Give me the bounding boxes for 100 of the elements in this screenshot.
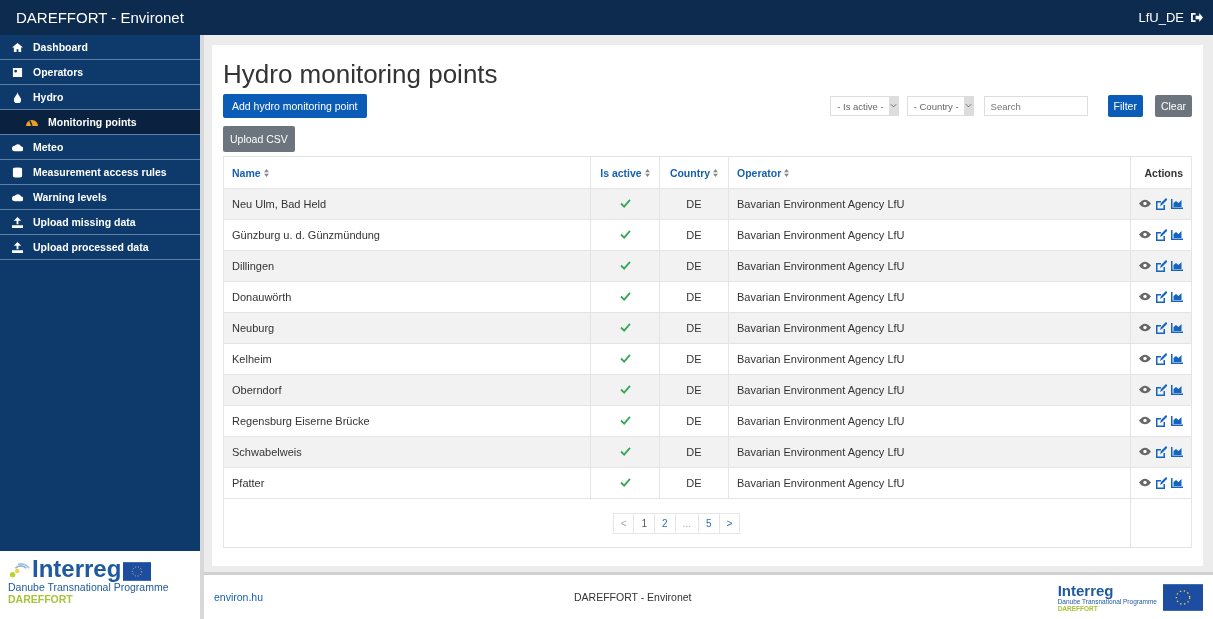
edit-icon[interactable] (1155, 414, 1167, 427)
name-cell: Kelheim (232, 353, 272, 365)
sidebar-item[interactable]: Warning levels (0, 185, 200, 210)
country-cell: DE (686, 446, 702, 458)
home-icon (12, 41, 23, 53)
sort-icon (713, 168, 719, 177)
operator-cell: Bavarian Environment Agency LfU (737, 260, 905, 272)
footer-link[interactable]: environ.hu (214, 591, 574, 603)
page-title: Hydro monitoring points (223, 59, 499, 90)
operator-cell: Bavarian Environment Agency LfU (737, 322, 905, 334)
chart-icon[interactable] (1171, 384, 1183, 395)
add-button[interactable]: Add hydro monitoring point (223, 94, 367, 118)
sidebar-item[interactable]: Operators (0, 60, 200, 85)
sidebar-item[interactable]: Measurement access rules (0, 160, 200, 185)
column-header[interactable]: Name (232, 166, 269, 179)
logout-icon[interactable] (1190, 12, 1203, 23)
eye-icon[interactable] (1139, 292, 1151, 302)
operator-cell: Bavarian Environment Agency LfU (737, 415, 905, 427)
sidebar-item[interactable]: Monitoring points (0, 110, 200, 135)
eye-icon[interactable] (1139, 416, 1151, 426)
operator-cell: Bavarian Environment Agency LfU (737, 229, 905, 241)
chart-icon[interactable] (1171, 415, 1183, 426)
chart-icon[interactable] (1171, 198, 1183, 209)
edit-icon[interactable] (1155, 476, 1167, 489)
chart-icon[interactable] (1171, 291, 1183, 302)
name-cell: Regensburg Eiserne Brücke (232, 415, 370, 427)
eye-icon[interactable] (1139, 447, 1151, 457)
eu-flag-icon (1163, 583, 1203, 611)
sidebar-item[interactable]: Upload processed data (0, 235, 200, 260)
name-cell: Schwabelweis (232, 446, 302, 458)
page-link[interactable]: > (718, 512, 741, 534)
edit-icon[interactable] (1155, 228, 1167, 241)
operator-cell: Bavarian Environment Agency LfU (737, 477, 905, 489)
page-link[interactable]: 2 (654, 512, 676, 534)
chart-icon[interactable] (1171, 446, 1183, 457)
edit-icon[interactable] (1155, 445, 1167, 458)
chart-icon[interactable] (1171, 477, 1183, 488)
operator-cell: Bavarian Environment Agency LfU (737, 291, 905, 303)
country-cell: DE (686, 260, 702, 272)
page-link[interactable]: 1 (633, 512, 656, 534)
page-link[interactable]: 5 (697, 512, 720, 534)
operator-cell: Bavarian Environment Agency LfU (737, 446, 905, 458)
name-cell: Pfatter (232, 477, 265, 489)
sidebar-item[interactable]: Upload missing data (0, 210, 200, 235)
eye-icon[interactable] (1139, 354, 1151, 364)
eye-icon[interactable] (1139, 261, 1151, 271)
eu-flag-icon (123, 562, 152, 581)
cloud-icon (12, 141, 23, 153)
clear-button[interactable]: Clear (1154, 95, 1192, 117)
upload-icon (12, 241, 23, 253)
filter-button[interactable]: Filter (1107, 95, 1143, 117)
chevron-icon (963, 97, 973, 115)
logo-name: Interreg (1057, 582, 1115, 598)
database-icon (12, 166, 23, 178)
sidebar-item[interactable]: Dashboard (0, 35, 200, 60)
eye-icon[interactable] (1139, 478, 1151, 488)
sort-icon (263, 168, 269, 177)
sort-icon (644, 168, 650, 177)
eye-icon[interactable] (1139, 323, 1151, 333)
name-cell: Dillingen (232, 260, 275, 272)
chart-icon[interactable] (1171, 229, 1183, 240)
sort-icon (784, 168, 790, 177)
eye-icon[interactable] (1139, 199, 1151, 209)
country-cell: DE (686, 384, 702, 396)
id-card-icon (12, 66, 23, 78)
upload-csv-button[interactable]: Upload CSV (223, 126, 295, 152)
edit-icon[interactable] (1155, 321, 1167, 334)
chart-icon[interactable] (1171, 260, 1183, 271)
country-cell: DE (686, 353, 702, 365)
country-select[interactable]: - Country - (906, 96, 974, 116)
name-cell: Donauwörth (232, 291, 292, 303)
eye-icon[interactable] (1139, 230, 1151, 240)
upload-icon (12, 216, 23, 228)
edit-icon[interactable] (1155, 290, 1167, 303)
logo-programme: Danube Transnational Programme (8, 581, 170, 593)
edit-icon[interactable] (1155, 197, 1167, 210)
column-header[interactable]: Operator (737, 166, 790, 179)
country-cell: DE (686, 198, 702, 210)
drop-icon (12, 91, 23, 103)
search-field[interactable]: Search (983, 96, 1088, 116)
chevron-icon (888, 97, 898, 115)
user-name[interactable]: LfU_DE (1138, 10, 1184, 25)
edit-icon[interactable] (1155, 259, 1167, 272)
operator-cell: Bavarian Environment Agency LfU (737, 384, 905, 396)
name-cell: Oberndorf (232, 384, 282, 396)
edit-icon[interactable] (1155, 352, 1167, 365)
sidebar-item[interactable]: Meteo (0, 135, 200, 160)
chart-icon[interactable] (1171, 353, 1183, 364)
cloud-icon (12, 191, 23, 203)
name-cell: Günzburg u. d. Günzmündung (232, 229, 380, 241)
edit-icon[interactable] (1155, 383, 1167, 396)
name-cell: Neuburg (232, 322, 275, 334)
name-cell: Neu Ulm, Bad Held (232, 198, 327, 210)
logo-project: DAREFFORT (8, 593, 74, 605)
country-cell: DE (686, 229, 702, 241)
eye-icon[interactable] (1139, 385, 1151, 395)
operator-cell: Bavarian Environment Agency LfU (737, 353, 905, 365)
country-cell: DE (686, 415, 702, 427)
chart-icon[interactable] (1171, 322, 1183, 333)
active-select[interactable]: - Is active - (830, 96, 899, 116)
